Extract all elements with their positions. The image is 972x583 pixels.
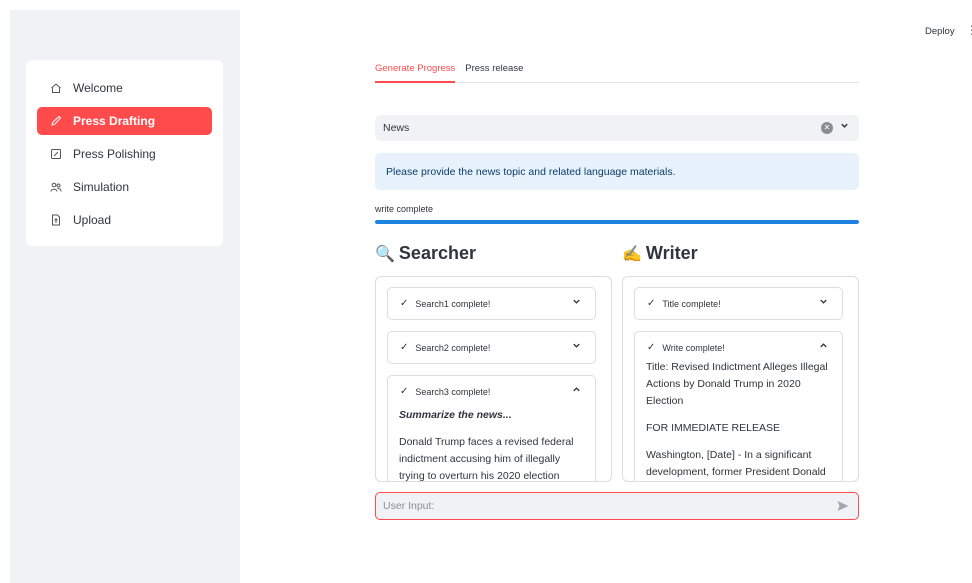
sidebar-item-upload[interactable]: Upload [37, 206, 212, 234]
check-icon: ✓ [647, 298, 656, 309]
searcher-container[interactable]: ✓ Search1 complete! ✓ Search2 complete! … [375, 276, 612, 482]
expander-label: Search2 complete! [415, 342, 491, 353]
sidebar-item-label: Welcome [73, 81, 123, 95]
check-icon: ✓ [400, 386, 409, 397]
main-menu-icon[interactable]: ⋮ [966, 24, 972, 36]
progress-label: write complete [375, 204, 434, 214]
tab-generate-progress[interactable]: Generate Progress [375, 60, 456, 83]
chevron-down-icon[interactable] [840, 121, 849, 133]
tab-bar: Generate Progress Press release [375, 60, 859, 83]
sidebar-item-simulation[interactable]: Simulation [37, 173, 212, 201]
sidebar-item-label: Press Drafting [73, 114, 156, 128]
chevron-up-icon [819, 341, 828, 352]
expander-body: Title: Revised Indictment Alleges Illega… [635, 359, 842, 481]
navigation-menu: Welcome Press Drafting Press Polishing S… [26, 60, 223, 246]
pen-icon [49, 114, 63, 128]
progress-fill [375, 220, 859, 224]
writer-title-text: Writer [645, 243, 698, 263]
sidebar-item-press-polishing[interactable]: Press Polishing [37, 140, 212, 168]
check-icon: ✓ [400, 342, 409, 353]
select-value: News [383, 122, 410, 134]
expander-search3[interactable]: ✓ Search3 complete! Summarize the news..… [387, 375, 596, 482]
press-body: Washington, [Date] - In a significant de… [646, 449, 826, 478]
expander-search2[interactable]: ✓ Search2 complete! [387, 331, 596, 364]
expander-search1[interactable]: ✓ Search1 complete! [387, 287, 596, 320]
expander-label: Title complete! [662, 298, 721, 309]
searcher-title-text: Searcher [398, 243, 476, 263]
info-text: Please provide the news topic and relate… [386, 165, 676, 178]
file-upload-icon [49, 213, 63, 227]
check-icon: ✓ [647, 342, 656, 353]
deploy-button[interactable]: Deploy [925, 26, 955, 37]
press-title: Title: Revised Indictment Alleges Illega… [646, 361, 828, 407]
sidebar-item-welcome[interactable]: Welcome [37, 74, 212, 102]
home-icon [49, 81, 63, 95]
clear-icon[interactable]: ✕ [821, 122, 833, 134]
sidebar-item-label: Press Polishing [73, 147, 156, 161]
category-select[interactable]: News ✕ [375, 115, 859, 141]
people-icon [49, 180, 63, 194]
searcher-title: 🔍 Searcher [375, 243, 476, 264]
chat-input[interactable] [376, 493, 816, 519]
expander-header[interactable]: ✓ Search3 complete! [388, 376, 595, 407]
sidebar: Welcome Press Drafting Press Polishing S… [10, 10, 240, 583]
expander-header[interactable]: ✓ Write complete! [635, 332, 842, 363]
writer-container[interactable]: ✓ Title complete! ✓ Write complete! Titl… [622, 276, 859, 482]
summary-text: Donald Trump faces a revised federal ind… [399, 436, 574, 482]
send-icon[interactable] [836, 499, 850, 513]
expander-label: Search3 complete! [415, 386, 491, 397]
chevron-down-icon [572, 341, 581, 352]
writing-hand-icon: ✍️ [622, 245, 642, 263]
info-alert: Please provide the news topic and relate… [375, 153, 859, 190]
press-release-tag: FOR IMMEDIATE RELEASE [646, 422, 780, 434]
magnifier-icon: 🔍 [375, 245, 395, 263]
tab-press-release[interactable]: Press release [465, 60, 523, 83]
chevron-down-icon [572, 297, 581, 308]
expander-title[interactable]: ✓ Title complete! [634, 287, 843, 320]
sidebar-item-press-drafting[interactable]: Press Drafting [37, 107, 212, 135]
expander-body: Summarize the news... Donald Trump faces… [388, 407, 595, 482]
expander-header[interactable]: ✓ Search1 complete! [388, 288, 595, 319]
expander-label: Search1 complete! [415, 298, 491, 309]
expander-label: Write complete! [662, 342, 725, 353]
expander-header[interactable]: ✓ Title complete! [635, 288, 842, 319]
sidebar-item-label: Upload [73, 213, 112, 227]
sidebar-item-label: Simulation [73, 180, 130, 194]
summary-heading: Summarize the news... [399, 409, 512, 421]
chat-input-container [375, 492, 859, 520]
progress-bar [375, 220, 859, 224]
check-icon: ✓ [400, 298, 409, 309]
expander-header[interactable]: ✓ Search2 complete! [388, 332, 595, 363]
writer-title: ✍️ Writer [622, 243, 698, 264]
expander-write[interactable]: ✓ Write complete! Title: Revised Indictm… [634, 331, 843, 481]
pencil-square-icon [49, 147, 63, 161]
chevron-down-icon [819, 297, 828, 308]
chevron-up-icon [572, 385, 581, 396]
